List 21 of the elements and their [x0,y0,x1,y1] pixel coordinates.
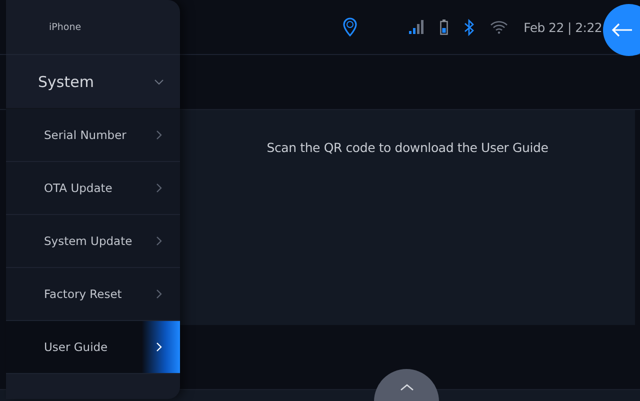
chevron-right-icon [156,183,162,193]
chevron-right-icon [156,289,162,299]
sidebar-item[interactable]: Factory Reset [6,268,180,321]
caret-up-icon [400,383,414,391]
chevron-right-icon [156,342,162,352]
chevron-icon [154,78,164,84]
system-section-header[interactable]: System [6,55,180,109]
back-button[interactable] [603,4,640,56]
battery-icon [440,19,448,35]
left-arrow-icon [611,23,633,37]
device-name: iPhone [49,22,82,32]
guide-message: Scan the QR code to download the User Guide [266,140,548,157]
location-pin-icon [342,17,358,37]
sidebar-item[interactable]: System Update [6,215,180,268]
chevron-right-icon [156,130,162,140]
sidebar-item[interactable]: OTA Update [6,162,180,215]
sidebar-item[interactable]: User Guide [6,321,180,374]
date-time: Feb 22 | 2:22 [524,20,602,34]
sidebar-item[interactable]: Serial Number [6,109,180,162]
signal-icon [408,19,424,35]
chevron-right-icon [156,236,162,246]
